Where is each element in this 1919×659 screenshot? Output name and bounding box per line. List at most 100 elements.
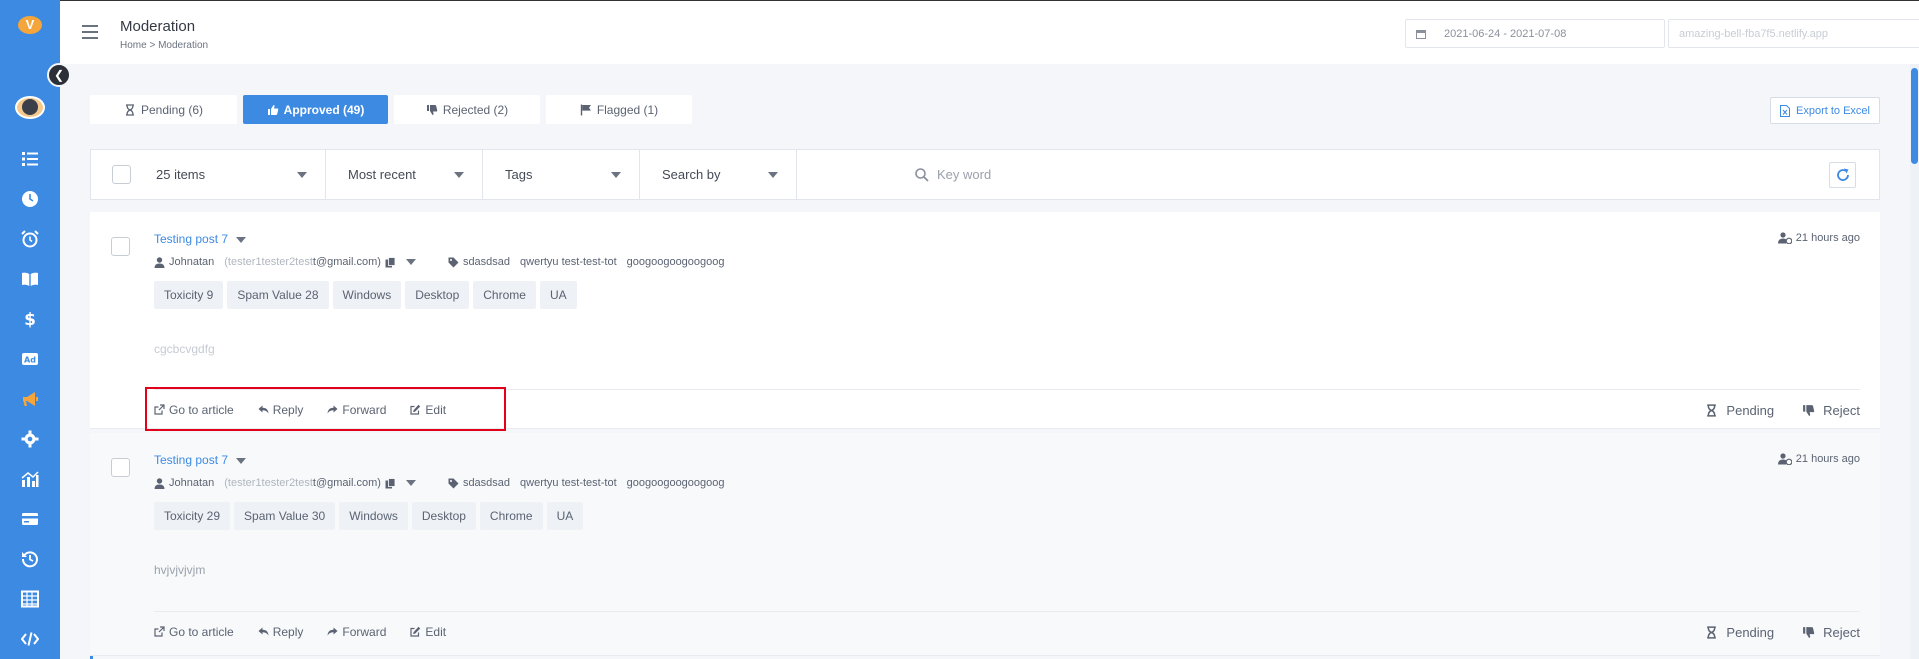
go-to-article-button[interactable]: Go to article xyxy=(154,625,234,639)
forward-button[interactable]: Forward xyxy=(327,403,386,417)
toxicity-chip: Toxicity 9 xyxy=(154,281,224,309)
export-to-excel-button[interactable]: Export to Excel xyxy=(1770,97,1880,124)
country-chip: UA xyxy=(546,502,584,530)
email-prefix: (tester1tester2test xyxy=(224,477,313,489)
post-checkbox[interactable] xyxy=(111,237,130,256)
sidebar-item-history[interactable] xyxy=(0,539,60,579)
megaphone-icon xyxy=(23,392,38,406)
moderation-actions: Pending Reject xyxy=(1677,390,1860,430)
hamburger-menu-icon[interactable] xyxy=(82,25,98,39)
pending-button[interactable]: Pending xyxy=(1705,625,1774,640)
reject-button[interactable]: Reject xyxy=(1802,625,1860,640)
tab-flagged-label: Flagged (1) xyxy=(596,102,659,117)
go-to-article-button[interactable]: Go to article xyxy=(154,403,234,417)
reply-icon xyxy=(258,627,269,636)
app-logo[interactable]: V xyxy=(18,16,42,34)
sidebar-item-table[interactable] xyxy=(0,579,60,619)
copy-icon[interactable] xyxy=(385,477,396,489)
os-chip: Windows xyxy=(339,502,408,530)
sidebar-item-ad[interactable]: Ad xyxy=(0,339,60,379)
user-icon xyxy=(154,256,165,268)
sidebar: V $ Ad xyxy=(0,0,60,659)
keyword-placeholder: Key word xyxy=(937,167,992,182)
sidebar-collapse-button[interactable]: ❮ xyxy=(47,63,71,87)
search-by-select[interactable]: Search by xyxy=(640,150,797,199)
sidebar-item-book[interactable] xyxy=(0,259,60,299)
sidebar-item-code[interactable] xyxy=(0,619,60,659)
sort-select[interactable]: Most recent xyxy=(326,150,483,199)
date-range-picker[interactable]: 2021-06-24 - 2021-07-08 xyxy=(1405,19,1665,48)
site-select-value: amazing-bell-fba7f5.netlify.app xyxy=(1679,27,1828,40)
post-tags: sdasdsad qwertyu test-test-tot googoogoo… xyxy=(448,256,735,268)
reject-button[interactable]: Reject xyxy=(1802,403,1860,418)
tab-approved-label: Approved (49) xyxy=(283,102,365,117)
sidebar-item-billing[interactable] xyxy=(0,499,60,539)
refresh-icon xyxy=(1836,168,1849,181)
post-meta: Johnatan (tester1tester2testt@gmail.com)… xyxy=(154,256,735,268)
post-title-dropdown[interactable]: Testing post 7 xyxy=(154,232,247,246)
go-to-article-label: Go to article xyxy=(169,624,234,639)
edit-label: Edit xyxy=(425,624,447,639)
post-attributes: Toxicity 9 Spam Value 28 Windows Desktop… xyxy=(154,281,581,309)
thumbs-down-icon xyxy=(1803,626,1815,638)
forward-button[interactable]: Forward xyxy=(327,625,386,639)
device-chip: Desktop xyxy=(411,502,476,530)
site-select[interactable]: amazing-bell-fba7f5.netlify.app ⌄ xyxy=(1668,19,1919,48)
flag-icon xyxy=(580,104,591,115)
browser-chip: Chrome xyxy=(479,502,543,530)
tab-rejected[interactable]: Rejected (2) xyxy=(394,95,540,124)
post-card: Testing post 7 21 hours ago Johnatan (te… xyxy=(90,433,1880,656)
reply-label: Reply xyxy=(272,402,304,417)
alarm-icon xyxy=(21,230,39,248)
sidebar-item-clock[interactable] xyxy=(0,179,60,219)
chevron-left-icon: ❮ xyxy=(53,68,65,82)
reply-button[interactable]: Reply xyxy=(258,625,303,639)
dollar-icon: $ xyxy=(24,310,36,328)
post-attributes: Toxicity 29 Spam Value 30 Windows Deskto… xyxy=(154,502,587,530)
tag-item: googoogoogoogoog xyxy=(626,256,725,268)
caret-down-icon[interactable] xyxy=(405,480,416,486)
tag-item: qwertyu test-test-tot xyxy=(520,256,617,268)
table-icon xyxy=(21,590,39,608)
user-avatar[interactable] xyxy=(15,95,45,119)
email-suffix: t@gmail.com) xyxy=(312,256,381,268)
post-tags: sdasdsad qwertyu test-test-tot googoogoo… xyxy=(448,477,735,489)
spam-value-chip: Spam Value 30 xyxy=(234,502,336,530)
scrollbar-thumb[interactable] xyxy=(1911,68,1918,164)
reply-button[interactable]: Reply xyxy=(258,402,304,417)
tab-approved[interactable]: Approved (49) xyxy=(243,95,388,124)
edit-button[interactable]: Edit xyxy=(410,403,446,417)
items-per-page-value: 25 items xyxy=(156,167,206,182)
post-title: Testing post 7 xyxy=(154,232,229,246)
refresh-button[interactable] xyxy=(1829,162,1856,188)
sidebar-item-dollar[interactable]: $ xyxy=(0,299,60,339)
go-to-article-label: Go to article xyxy=(169,402,234,417)
pending-button[interactable]: Pending xyxy=(1705,403,1774,418)
search-by-value: Search by xyxy=(662,167,721,182)
select-all-checkbox[interactable] xyxy=(112,165,131,184)
tags-select[interactable]: Tags xyxy=(483,150,640,199)
edit-button[interactable]: Edit xyxy=(410,625,446,639)
author-email: (tester1tester2testt@gmail.com) xyxy=(224,477,381,489)
keyword-search-input[interactable]: Key word xyxy=(915,150,991,199)
tag-item: sdasdsad xyxy=(462,477,511,489)
post-checkbox[interactable] xyxy=(111,458,130,477)
tab-flagged[interactable]: Flagged (1) xyxy=(546,95,692,124)
post-title-dropdown[interactable]: Testing post 7 xyxy=(154,453,247,467)
copy-icon[interactable] xyxy=(385,256,396,268)
post-time: 21 hours ago xyxy=(1777,232,1860,244)
sidebar-item-alarm[interactable] xyxy=(0,219,60,259)
hourglass-icon xyxy=(1707,625,1717,639)
clock-icon xyxy=(22,191,38,207)
sidebar-item-campaigns[interactable] xyxy=(0,379,60,419)
svg-text:$: $ xyxy=(24,310,36,328)
caret-down-icon[interactable] xyxy=(405,259,416,265)
sidebar-item-list[interactable] xyxy=(0,139,60,179)
tab-pending[interactable]: Pending (6) xyxy=(90,95,237,124)
sidebar-item-settings[interactable] xyxy=(0,419,60,459)
tag-item: sdasdsad xyxy=(462,256,511,268)
items-per-page-select[interactable]: 25 items xyxy=(134,150,326,199)
forward-label: Forward xyxy=(342,402,387,417)
reject-label: Reject xyxy=(1823,402,1860,418)
sidebar-item-analytics[interactable] xyxy=(0,459,60,499)
